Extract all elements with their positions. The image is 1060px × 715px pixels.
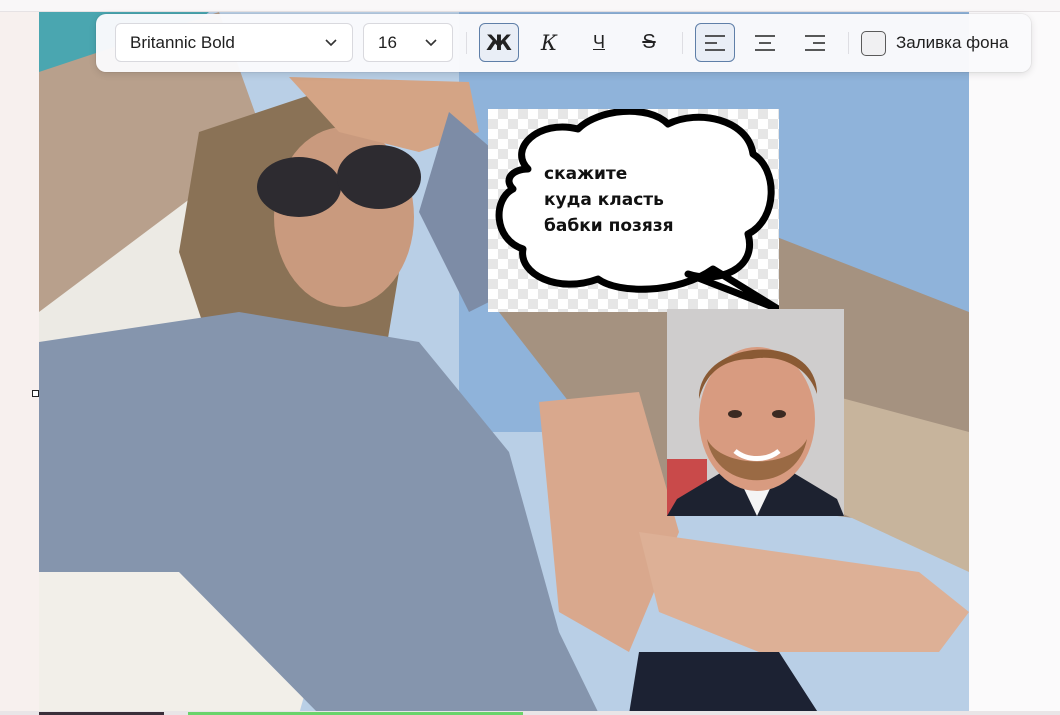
italic-button[interactable]: К [529,23,569,62]
bold-button[interactable]: Ж [479,23,519,62]
toolbar-divider [466,32,467,54]
speech-bubble-sticker[interactable]: скажите куда класть бабки позязя [488,109,779,312]
align-right-button[interactable] [795,23,835,62]
speech-bubble-text[interactable]: скажите куда класть бабки позязя [544,161,724,239]
text-format-toolbar: Britannic Bold 16 Ж К Ч S Заливка фона [96,14,1031,72]
align-left-button[interactable] [695,23,735,62]
align-center-icon [755,34,775,51]
font-family-value: Britannic Bold [130,32,235,52]
chevron-down-icon [425,39,437,47]
align-center-button[interactable] [745,23,785,62]
font-size-select[interactable]: 16 [363,23,453,62]
editor-stage: скажите куда класть бабки позязя Britann… [0,0,1060,715]
app-top-bar [0,0,1060,12]
underline-icon: Ч [593,32,605,52]
font-family-select[interactable]: Britannic Bold [115,23,353,62]
chevron-down-icon [325,39,337,47]
bold-icon: Ж [486,30,512,55]
background-fill-checkbox[interactable] [861,31,886,56]
resize-handle[interactable] [32,390,39,397]
underline-button[interactable]: Ч [579,23,619,62]
align-right-icon [805,34,825,51]
toolbar-divider [848,32,849,54]
background-fill-label[interactable]: Заливка фона [896,33,1008,53]
canvas-left-margin [0,12,39,715]
toolbar-divider [682,32,683,54]
italic-icon: К [540,30,558,55]
font-size-value: 16 [378,32,397,52]
strikethrough-button[interactable]: S [629,23,669,62]
canvas-right-margin [969,12,1060,715]
strikethrough-icon: S [642,31,656,53]
align-left-icon [705,34,725,51]
face-photo-sticker[interactable] [667,309,844,516]
